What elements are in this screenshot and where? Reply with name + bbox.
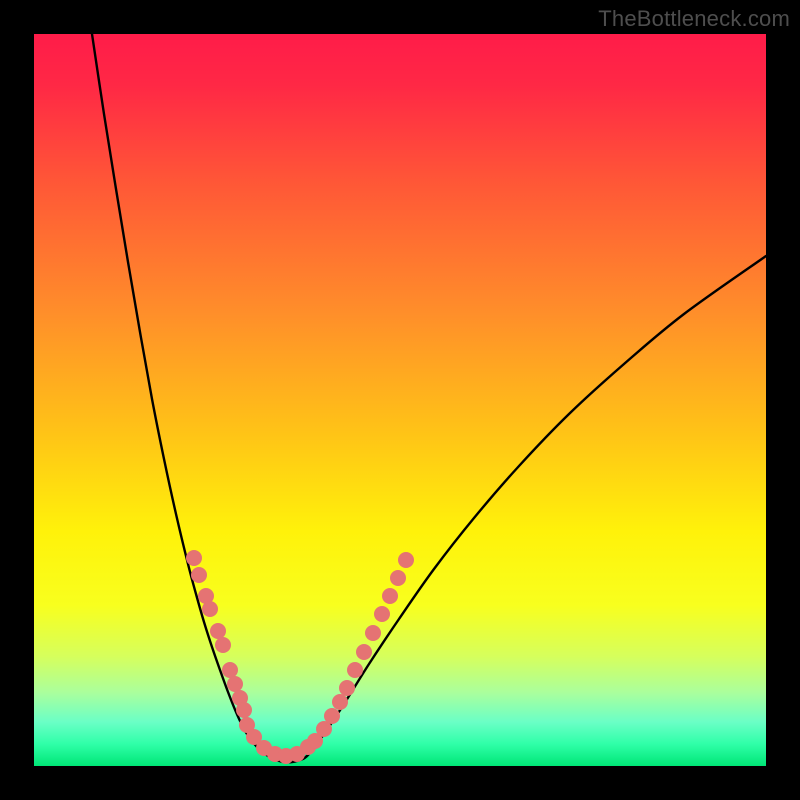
left-lower-dots-dot [236, 702, 252, 718]
left-upper-dots-dot [186, 550, 202, 566]
curve-path [92, 34, 766, 762]
chart-svg [34, 34, 766, 766]
right-upper-dots-dot [365, 625, 381, 641]
chart-frame [34, 34, 766, 766]
right-upper-dots-dot [374, 606, 390, 622]
right-upper-dots-dot [382, 588, 398, 604]
right-upper-dots-dot [390, 570, 406, 586]
left-upper-dots-dot [215, 637, 231, 653]
right-lower-dots-dot [332, 694, 348, 710]
right-upper-dots-dot [398, 552, 414, 568]
watermark-text: TheBottleneck.com [598, 6, 790, 32]
left-upper-dots-dot [210, 623, 226, 639]
left-upper-dots-dot [202, 601, 218, 617]
right-upper-dots-dot [356, 644, 372, 660]
right-lower-dots-dot [339, 680, 355, 696]
left-lower-dots-dot [227, 676, 243, 692]
right-lower-dots-dot [324, 708, 340, 724]
left-upper-dots-dot [191, 567, 207, 583]
right-upper-dots-dot [347, 662, 363, 678]
left-lower-dots-dot [222, 662, 238, 678]
bottleneck-curve [92, 34, 766, 762]
highlight-dots [186, 550, 414, 764]
